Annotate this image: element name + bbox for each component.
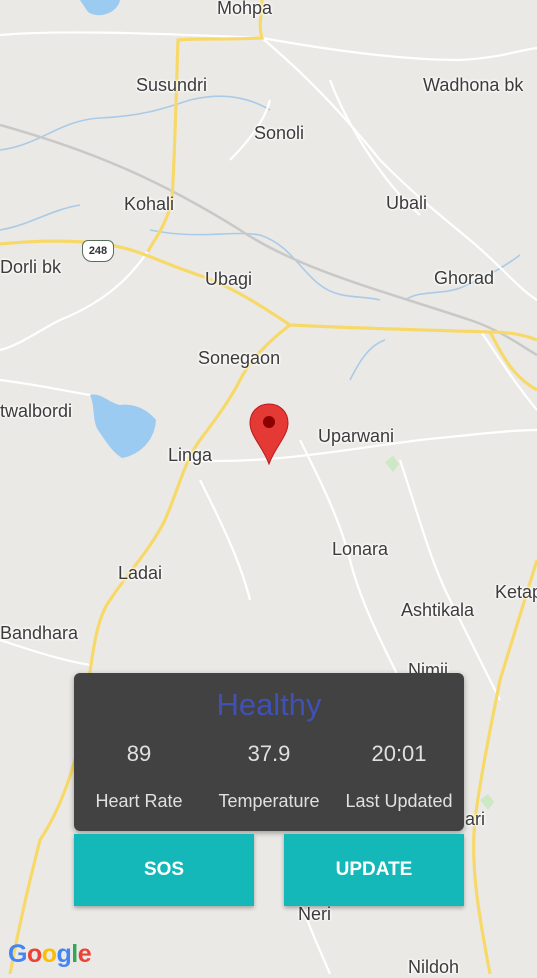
heart-rate-label: Heart Rate: [95, 791, 183, 811]
place-label-dorli: Dorli bk: [0, 257, 62, 277]
last-updated-metric: 20:01 Last Updated: [334, 741, 464, 812]
place-label-ghorad: Ghorad: [434, 268, 495, 288]
place-label-neri: Neri: [298, 904, 332, 924]
place-label-nildoh: Nildoh: [408, 957, 460, 977]
place-label-sonegaon: Sonegaon: [198, 348, 281, 368]
place-label-susundri: Susundri: [136, 75, 208, 95]
place-label-ubagi: Ubagi: [205, 269, 253, 289]
health-status-text: Healthy: [216, 687, 322, 722]
map-marker-icon[interactable]: [249, 403, 289, 465]
place-label-ladai: Ladai: [118, 563, 163, 583]
update-button[interactable]: UPDATE: [284, 834, 464, 906]
place-label-lonara: Lonara: [332, 539, 389, 559]
place-label-kohali: Kohali: [124, 194, 175, 214]
health-status-card: Healthy 89 Heart Rate 37.9 Temperature 2…: [74, 673, 464, 831]
place-label-sonoli: Sonoli: [254, 123, 305, 143]
place-label-ubali: Ubali: [386, 193, 428, 213]
place-label-twalbordi: twalbordi: [0, 401, 73, 421]
place-label-mohpa: Mohpa: [217, 0, 273, 18]
heart-rate-metric: 89 Heart Rate: [74, 741, 204, 812]
highway-248-shield: 248: [82, 240, 114, 262]
last-updated-value: 20:01: [371, 741, 427, 766]
place-label-wadhona: Wadhona bk: [423, 75, 524, 95]
temperature-metric: 37.9 Temperature: [204, 741, 334, 812]
place-label-uparwani: Uparwani: [318, 426, 395, 446]
place-label-linga: Linga: [168, 445, 213, 465]
place-label-ari: ari: [465, 809, 486, 829]
google-logo: Google: [8, 940, 92, 968]
place-label-ketap: Ketap: [495, 582, 537, 602]
temperature-value: 37.9: [247, 741, 291, 766]
temperature-label: Temperature: [218, 791, 320, 811]
sos-button[interactable]: SOS: [74, 834, 254, 906]
place-label-bandhara: Bandhara: [0, 623, 79, 643]
heart-rate-value: 89: [126, 741, 152, 766]
place-label-ashtikala: Ashtikala: [401, 600, 475, 620]
last-updated-label: Last Updated: [345, 791, 453, 811]
